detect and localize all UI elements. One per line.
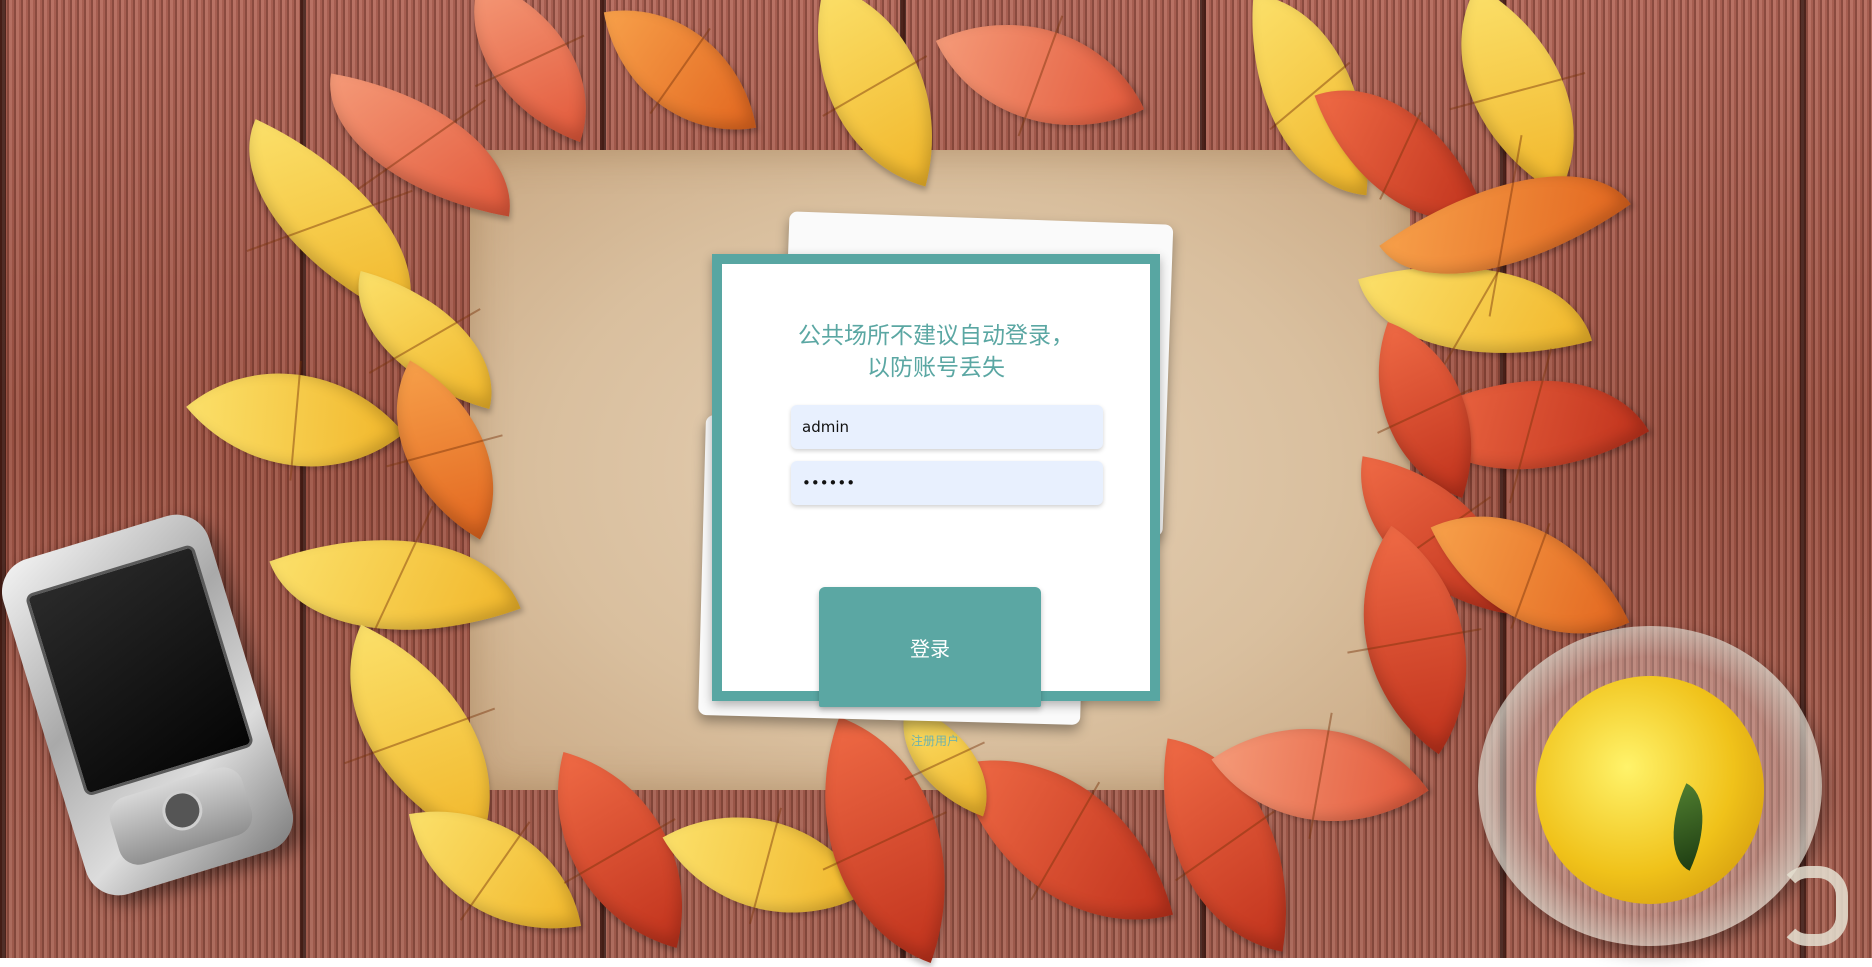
phone-screen (24, 543, 255, 797)
password-input[interactable] (791, 461, 1103, 505)
phone-nav-key (157, 785, 208, 836)
register-link[interactable]: 注册用户 (911, 732, 959, 749)
login-button[interactable]: 登录 (819, 587, 1041, 707)
login-notice-line2: 以防账号丢失 (867, 355, 1005, 381)
login-notice: 公共场所不建议自动登录， 以防账号丢失 (722, 320, 1150, 384)
login-notice-line1: 公共场所不建议自动登录， (798, 323, 1074, 349)
cup-handle (1778, 866, 1848, 946)
tea-cup-decoration (1478, 626, 1848, 946)
tea (1536, 676, 1764, 904)
username-input[interactable] (791, 405, 1103, 449)
